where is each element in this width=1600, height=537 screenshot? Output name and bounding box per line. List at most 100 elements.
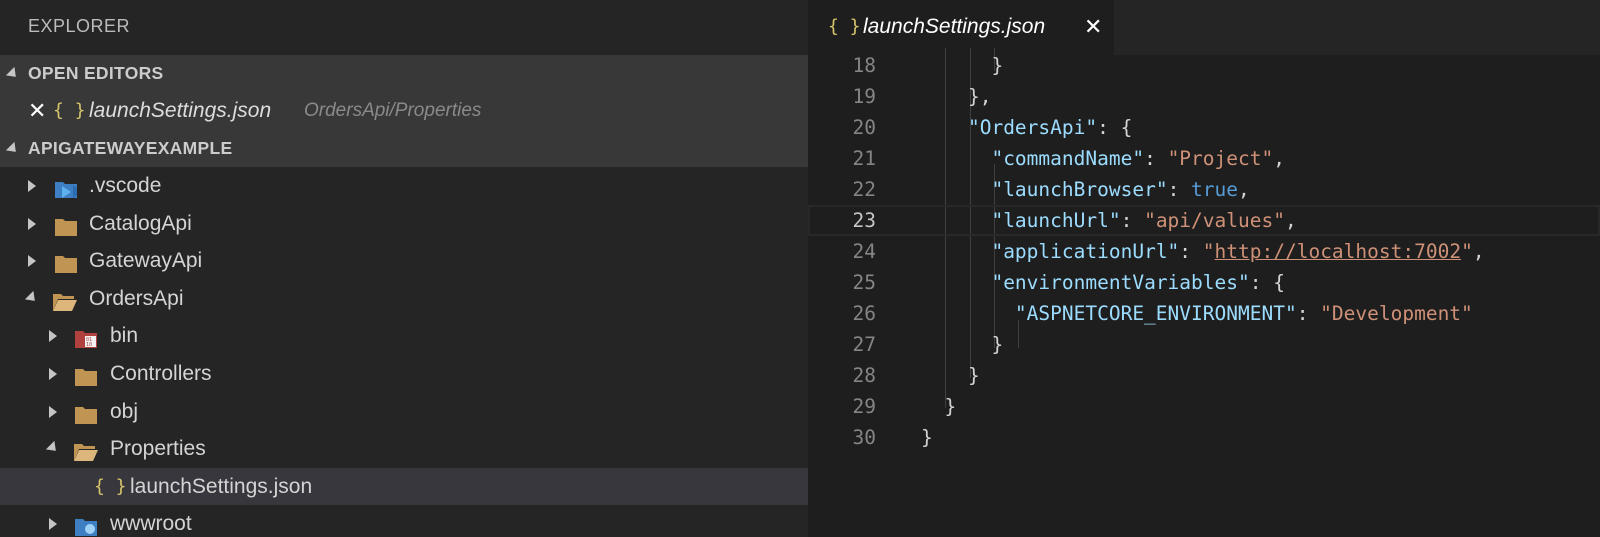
json-punctuation: , — [1273, 147, 1285, 170]
json-icon: { } — [94, 475, 127, 497]
tree-item-label: Properties — [110, 437, 206, 461]
line-number: 29 — [852, 395, 876, 418]
json-key: "launchBrowser" — [991, 178, 1168, 201]
json-key: "launchUrl" — [991, 209, 1121, 232]
json-key: "environmentVariables" — [991, 271, 1250, 294]
line-number: 19 — [852, 85, 876, 108]
tab-bar: { } launchSettings.json ✕ — [808, 0, 1600, 55]
open-editors-label: OPEN EDITORS — [28, 63, 164, 83]
tree-item-label: wwwroot — [110, 512, 192, 536]
json-punctuation — [921, 271, 991, 294]
chevron-down-icon — [45, 441, 61, 456]
code-line[interactable]: 28 } — [808, 360, 1600, 391]
json-punctuation: : — [1179, 240, 1203, 263]
folder-icon — [54, 250, 78, 274]
json-string: "Development" — [1320, 302, 1473, 325]
code-line[interactable]: 20 "OrdersApi": { — [808, 112, 1600, 143]
json-key: "commandName" — [991, 147, 1145, 170]
chevron-right-icon — [49, 367, 57, 380]
line-number: 24 — [852, 240, 876, 263]
chevron-down-icon — [5, 66, 21, 82]
code-text: } — [921, 422, 933, 453]
code-line[interactable]: 27 } — [808, 329, 1600, 360]
code-line[interactable]: 18 } — [808, 50, 1600, 81]
json-icon: { } — [53, 100, 86, 121]
line-number: 18 — [852, 54, 876, 77]
json-punctuation — [921, 302, 1015, 325]
line-number: 23 — [852, 209, 876, 232]
folder-icon — [54, 213, 78, 236]
chevron-down-icon — [24, 290, 40, 305]
tree-item-launchsettings[interactable]: { } launchSettings.json — [0, 467, 808, 506]
json-key: "applicationUrl" — [991, 240, 1180, 263]
www-folder-icon — [74, 513, 98, 537]
code-line[interactable]: 29 } — [808, 391, 1600, 422]
tree-item-catalogapi[interactable]: CatalogApi — [0, 205, 808, 243]
code-editor[interactable]: 18 } 19 }, 20 "OrdersApi": {21 "commandNam… — [808, 48, 1600, 537]
json-punctuation — [921, 116, 968, 139]
folder-icon — [74, 401, 98, 424]
close-icon[interactable]: ✕ — [28, 92, 46, 130]
json-punctuation — [921, 178, 991, 201]
code-line[interactable]: 25 "environmentVariables": { — [808, 267, 1600, 298]
tree-item-controllers[interactable]: Controllers — [0, 355, 808, 393]
tree-item-obj[interactable]: obj — [0, 393, 808, 431]
json-punctuation: : — [1167, 178, 1192, 201]
project-label: APIGATEWAYEXAMPLE — [28, 138, 233, 158]
code-text: "OrdersApi": { — [921, 112, 1132, 143]
explorer-sidebar: EXPLORER OPEN EDITORS ✕ { } launchSettin… — [0, 0, 808, 537]
tree-item-label: launchSettings.json — [130, 474, 313, 498]
chevron-right-icon — [49, 405, 57, 418]
json-punctuation: }, — [921, 85, 992, 108]
json-punctuation: } — [921, 426, 933, 449]
tree-item-ordersapi[interactable]: OrdersApi — [0, 280, 808, 318]
code-text: "ASPNETCORE_ENVIRONMENT": "Development" — [921, 298, 1473, 329]
tree-item-properties[interactable]: Properties — [0, 430, 808, 468]
json-punctuation: : — [1296, 302, 1321, 325]
open-editor-filename: launchSettings.json — [89, 99, 272, 122]
open-editors-header[interactable]: OPEN EDITORS — [0, 55, 808, 92]
folder-open-icon — [73, 438, 98, 462]
chevron-right-icon — [28, 180, 36, 192]
tree-item-label: Controllers — [110, 361, 212, 385]
folder-open-icon — [52, 288, 77, 311]
explorer-title: EXPLORER — [28, 16, 131, 36]
chevron-right-icon — [28, 217, 36, 230]
json-url-link[interactable]: http://localhost:7002 — [1215, 240, 1462, 263]
code-text: "applicationUrl": "http://localhost:7002… — [921, 236, 1484, 267]
code-line[interactable]: 22 "launchBrowser": true, — [808, 174, 1600, 205]
chevron-right-icon — [49, 518, 57, 531]
tab-launchsettings[interactable]: { } launchSettings.json ✕ — [808, 0, 1114, 55]
line-number: 21 — [852, 147, 876, 170]
json-string: "Project" — [1167, 147, 1274, 170]
code-line[interactable]: 26 "ASPNETCORE_ENVIRONMENT": "Developmen… — [808, 298, 1600, 329]
chevron-right-icon — [28, 255, 36, 268]
code-line[interactable]: 30} — [808, 422, 1600, 453]
open-editor-item[interactable]: ✕ { } launchSettings.json OrdersApi/Prop… — [0, 92, 808, 130]
tab-label: launchSettings.json — [863, 15, 1046, 38]
code-line[interactable]: 23 "launchUrl": "api/values", — [808, 205, 1600, 236]
tree-item-bin[interactable]: 01 10 bin — [0, 317, 808, 355]
tree-item-wwwroot[interactable]: wwwroot — [0, 505, 808, 537]
json-key: "OrdersApi" — [967, 116, 1098, 139]
tree-item-gatewayapi[interactable]: GatewayApi — [0, 242, 808, 280]
code-text: "launchBrowser": true, — [921, 174, 1249, 205]
code-text: } — [921, 391, 956, 422]
json-punctuation — [921, 240, 991, 263]
code-line[interactable]: 19 }, — [808, 81, 1600, 112]
json-string: "api/values" — [1144, 209, 1285, 232]
tree-item-label: CatalogApi — [89, 211, 192, 235]
project-header[interactable]: APIGATEWAYEXAMPLE — [0, 130, 808, 167]
json-punctuation: } — [921, 333, 1004, 356]
tree-item-label: OrdersApi — [89, 286, 184, 310]
close-icon[interactable]: ✕ — [1084, 0, 1102, 53]
code-line[interactable]: 24 "applicationUrl": "http://localhost:7… — [808, 236, 1600, 267]
line-number: 27 — [852, 333, 876, 356]
tree-item-vscode[interactable]: .vscode — [0, 167, 808, 205]
tree-item-label: GatewayApi — [89, 249, 203, 273]
file-tree: .vscode CatalogApi GatewayApi OrdersApi — [0, 167, 808, 537]
chevron-down-icon — [5, 141, 21, 157]
json-key: "ASPNETCORE_ENVIRONMENT" — [1014, 302, 1297, 325]
code-line[interactable]: 21 "commandName": "Project", — [808, 143, 1600, 174]
folder-icon — [74, 363, 98, 386]
